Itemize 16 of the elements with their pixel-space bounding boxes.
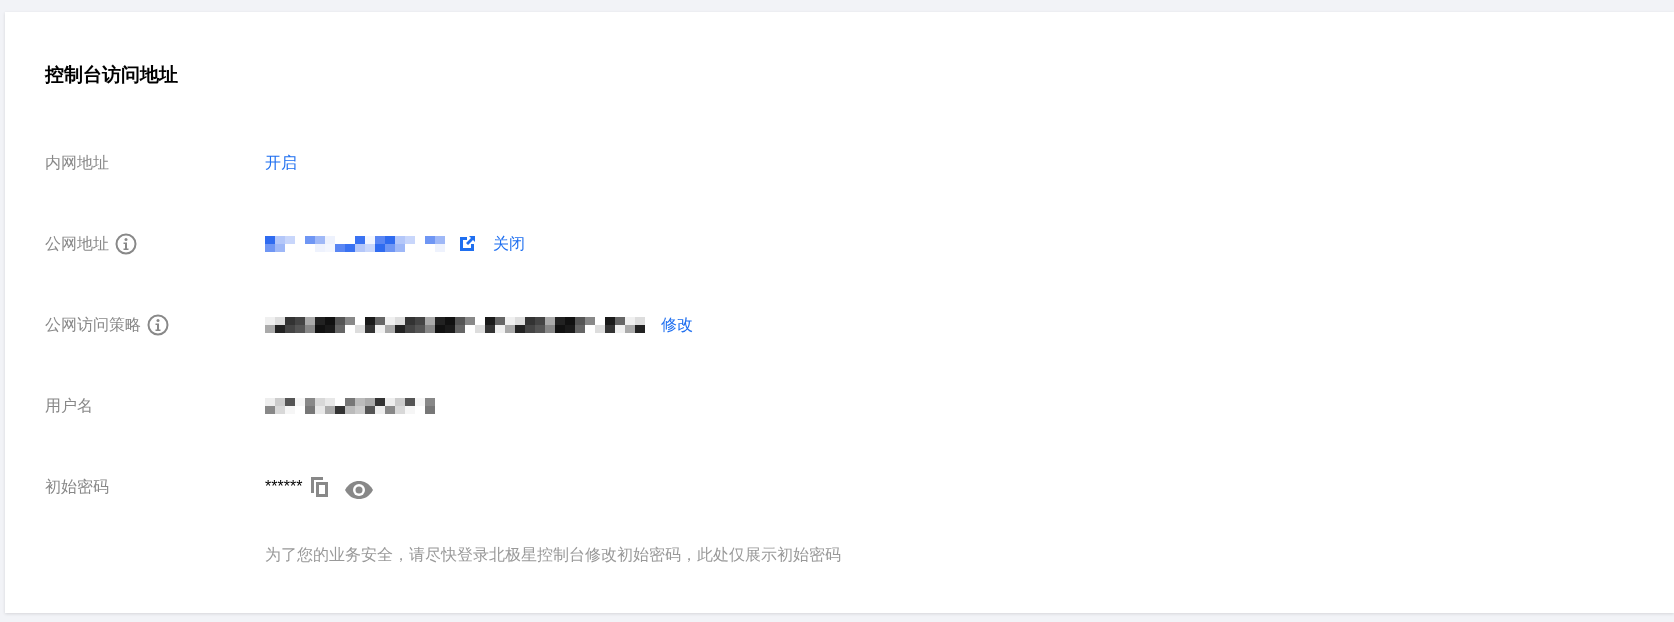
eye-icon[interactable] bbox=[344, 479, 375, 500]
field-label: 初始密码 bbox=[45, 476, 109, 497]
action-link[interactable]: 修改 bbox=[661, 312, 693, 337]
action-link[interactable]: 关闭 bbox=[493, 231, 525, 256]
field-label: 公网地址 bbox=[45, 233, 109, 254]
section-title: 控制台访问地址 bbox=[45, 62, 178, 87]
action-link[interactable]: 开启 bbox=[265, 150, 297, 175]
hint-text: 为了您的业务安全，请尽快登录北极星控制台修改初始密码，此处仅展示初始密码 bbox=[265, 546, 841, 563]
external-link-icon[interactable] bbox=[457, 233, 477, 254]
info-icon[interactable] bbox=[147, 313, 169, 336]
field-label: 内网地址 bbox=[45, 152, 109, 173]
password-value: ****** bbox=[265, 476, 303, 497]
field-label: 用户名 bbox=[45, 395, 93, 416]
info-icon[interactable] bbox=[115, 232, 137, 255]
copy-icon[interactable] bbox=[310, 475, 331, 498]
field-label: 公网访问策略 bbox=[45, 314, 141, 335]
